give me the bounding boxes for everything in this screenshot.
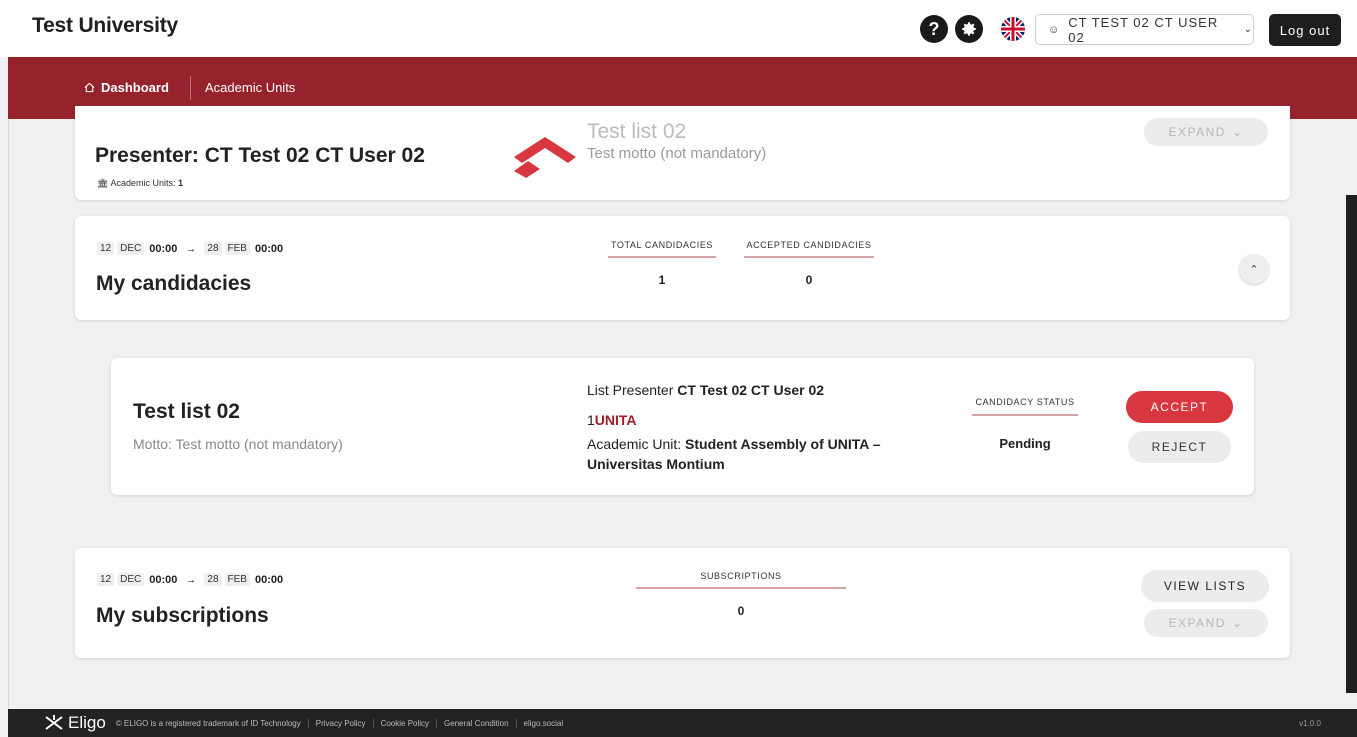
unita-line: 1UNITA — [587, 412, 637, 428]
candidacy-motto: Motto: Test motto (not mandatory) — [133, 436, 343, 452]
start-day: 12 — [97, 242, 115, 255]
expand-label: EXPAND — [1168, 125, 1226, 139]
accept-button[interactable]: ACCEPT — [1126, 391, 1233, 423]
presenter-card: Presenter: CT Test 02 CT User 02 🏛 Acade… — [75, 106, 1290, 200]
left-edge-divider — [8, 119, 9, 709]
subscriptions-label: SUBSCRIPTIONS — [636, 571, 846, 589]
list-logo-icon — [514, 137, 576, 178]
subscriptions-value: 0 — [737, 604, 745, 618]
footer-brand: Eligo — [68, 713, 106, 732]
footer-cookie-link[interactable]: Cookie Policy — [372, 718, 436, 728]
nav-divider — [190, 76, 191, 100]
candidacy-status-value: Pending — [999, 436, 1051, 451]
gear-icon — [962, 22, 976, 36]
accepted-candidacies-stat: ACCEPTED CANDIDACIES 0 — [744, 240, 874, 287]
expand-button[interactable]: EXPAND ⌄ — [1144, 609, 1268, 637]
chevron-down-icon: ⌄ — [1231, 125, 1244, 139]
reject-button[interactable]: REJECT — [1128, 431, 1231, 463]
arrow-right-icon: → — [185, 573, 197, 586]
end-month: FEB — [224, 573, 250, 586]
candidacies-date-range: 12 DEC 00:00 → 28 FEB 00:00 — [97, 242, 283, 255]
start-time: 00:00 — [149, 242, 178, 255]
list-presenter-prefix: List Presenter — [587, 382, 678, 398]
subscriptions-card: 12 DEC 00:00 → 28 FEB 00:00 My subscript… — [75, 548, 1290, 658]
footer-version: v1.0.0 — [1299, 718, 1321, 728]
academic-unit-prefix: Academic Unit: — [587, 436, 686, 452]
academic-units-info: 🏛 Academic Units: 1 — [97, 178, 183, 189]
presenter-title: Presenter: CT Test 02 CT User 02 — [95, 144, 425, 167]
academic-units-count: 1 — [177, 178, 183, 188]
footer-site-link[interactable]: eligo.social — [515, 718, 571, 728]
chevron-down-icon: ⌄ — [1231, 616, 1244, 630]
total-candidacies-label: TOTAL CANDIDACIES — [608, 240, 716, 258]
end-day: 28 — [204, 242, 222, 255]
expand-button[interactable]: EXPAND ⌄ — [1144, 118, 1268, 146]
footer-trademark: © ELIGO is a registered trademark of ID … — [115, 718, 301, 728]
candidacies-title: My candidacies — [96, 272, 252, 295]
candidacy-status-label: CANDIDACY STATUS — [972, 397, 1078, 416]
chevron-up-icon: ⌃ — [1249, 263, 1259, 276]
help-icon[interactable]: ? — [920, 15, 948, 43]
academic-units-label: Academic Units: — [110, 178, 178, 188]
academic-unit-line: Academic Unit: Student Assembly of UNITA… — [587, 434, 917, 474]
accepted-candidacies-label: ACCEPTED CANDIDACIES — [744, 240, 874, 258]
accepted-candidacies-value: 0 — [805, 273, 813, 287]
nav-academic-units[interactable]: Academic Units — [205, 80, 295, 95]
subscriptions-stat: SUBSCRIPTIONS 0 — [636, 571, 846, 618]
unita-name: UNITA — [594, 412, 637, 428]
start-time: 00:00 — [149, 573, 178, 586]
total-candidacies-value: 1 — [658, 273, 666, 287]
start-month: DEC — [117, 573, 145, 586]
subscriptions-date-range: 12 DEC 00:00 → 28 FEB 00:00 — [97, 573, 283, 586]
logout-button[interactable]: Log out — [1269, 14, 1341, 46]
scrollbar[interactable] — [1346, 195, 1357, 693]
app-title[interactable]: Test University — [32, 14, 178, 38]
list-presenter: List Presenter CT Test 02 CT User 02 — [587, 382, 824, 398]
eligo-logo-icon — [45, 715, 63, 730]
institution-icon: 🏛 — [97, 178, 109, 188]
user-icon: ☺ — [1048, 23, 1061, 36]
start-month: DEC — [117, 242, 145, 255]
language-flag-icon[interactable] — [1001, 17, 1025, 41]
settings-icon[interactable] — [955, 15, 983, 43]
expand-label: EXPAND — [1168, 616, 1226, 630]
user-menu-dropdown[interactable]: ☺ CT TEST 02 CT USER 02 ⌄ — [1035, 14, 1254, 45]
home-icon — [84, 82, 95, 93]
nav-dashboard[interactable]: Dashboard — [84, 80, 169, 95]
start-day: 12 — [97, 573, 115, 586]
total-candidacies-stat: TOTAL CANDIDACIES 1 — [608, 240, 716, 287]
collapse-button[interactable]: ⌃ — [1239, 254, 1269, 284]
view-lists-button[interactable]: VIEW LISTS — [1141, 570, 1269, 602]
footer-logo[interactable]: Eligo — [44, 713, 106, 733]
end-month: FEB — [224, 242, 250, 255]
unita-number: 1 — [587, 412, 595, 428]
footer: Eligo © ELIGO is a registered trademark … — [8, 709, 1357, 737]
list-motto: Test motto (not mandatory) — [587, 145, 767, 162]
list-title: Test list 02 — [587, 120, 687, 143]
end-time: 00:00 — [254, 573, 284, 586]
candidacy-item-card: Test list 02 Motto: Test motto (not mand… — [111, 358, 1254, 495]
user-menu-label: CT TEST 02 CT USER 02 — [1068, 14, 1219, 45]
candidacies-card: 12 DEC 00:00 → 28 FEB 00:00 My candidaci… — [75, 216, 1290, 320]
list-presenter-name: CT Test 02 CT User 02 — [677, 382, 825, 398]
end-time: 00:00 — [254, 242, 284, 255]
candidacy-list-title: Test list 02 — [133, 400, 240, 423]
arrow-right-icon: → — [185, 242, 197, 255]
footer-general-link[interactable]: General Condition — [436, 718, 515, 728]
end-day: 28 — [204, 573, 222, 586]
chevron-down-icon: ⌄ — [1243, 24, 1253, 35]
nav-dashboard-label: Dashboard — [101, 80, 169, 95]
subscriptions-title: My subscriptions — [96, 604, 269, 627]
footer-privacy-link[interactable]: Privacy Policy — [307, 718, 373, 728]
